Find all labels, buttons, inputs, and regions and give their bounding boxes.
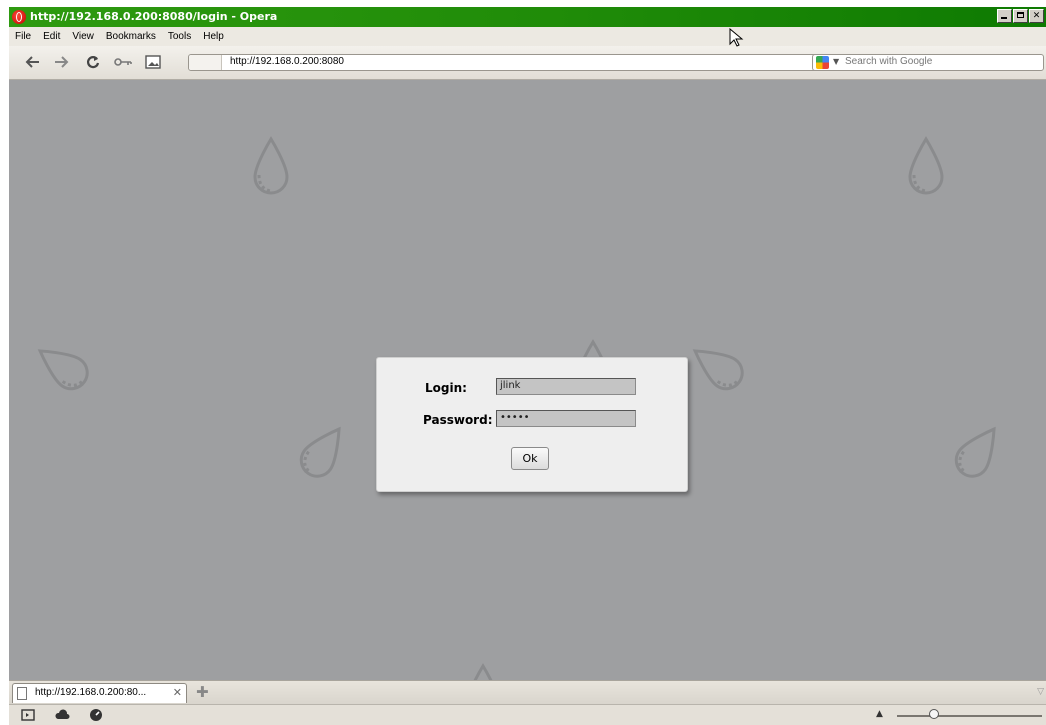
- mouse-cursor-icon: [729, 28, 744, 47]
- droplet-decoration-icon: [253, 136, 289, 195]
- login-label: Login:: [425, 381, 467, 395]
- minimize-button[interactable]: [997, 9, 1012, 23]
- panel-toggle-button[interactable]: [20, 708, 36, 722]
- image-icon: [145, 55, 161, 69]
- address-bar[interactable]: http://192.168.0.200:8080 ▼: [188, 54, 836, 71]
- maximize-button[interactable]: [1013, 9, 1028, 23]
- reload-icon: [86, 56, 100, 69]
- password-input[interactable]: •••••: [496, 410, 636, 427]
- key-button[interactable]: [113, 54, 132, 70]
- new-tab-icon[interactable]: ✚: [196, 684, 209, 700]
- page-content: Login: jlink Password: ••••• Ok: [9, 80, 1046, 680]
- droplet-decoration-icon: [299, 426, 341, 478]
- menu-view[interactable]: View: [66, 31, 100, 42]
- droplet-decoration-icon: [473, 663, 493, 680]
- opera-logo-icon: [12, 10, 26, 24]
- menu-help[interactable]: Help: [197, 31, 230, 42]
- google-logo-icon[interactable]: [816, 56, 829, 69]
- title-bar: http://192.168.0.200:8080/login - Opera …: [9, 7, 1046, 27]
- forward-button[interactable]: [53, 54, 71, 70]
- zoom-up-icon[interactable]: ▲: [876, 709, 883, 719]
- unite-cloud-icon: [55, 709, 70, 719]
- image-button[interactable]: [144, 54, 162, 70]
- address-text: http://192.168.0.200:8080: [230, 56, 344, 67]
- droplet-decoration-icon: [37, 349, 89, 391]
- tab-title: http://192.168.0.200:80...: [35, 687, 147, 698]
- chevron-down-icon[interactable]: ▽: [1037, 687, 1044, 697]
- menu-tools[interactable]: Tools: [162, 31, 197, 42]
- droplet-decoration-icon: [692, 349, 744, 391]
- chevron-down-icon[interactable]: ▼: [833, 57, 839, 66]
- droplet-decoration-icon: [908, 136, 944, 195]
- address-site-badge[interactable]: [189, 55, 222, 70]
- window-controls: ✕: [997, 9, 1044, 23]
- unite-button[interactable]: [55, 708, 71, 722]
- close-button[interactable]: ✕: [1029, 9, 1044, 23]
- turbo-speed-icon: [90, 709, 102, 721]
- tab-login[interactable]: http://192.168.0.200:80... ✕: [12, 683, 187, 703]
- menu-bar: File Edit View Bookmarks Tools Help: [9, 27, 1046, 46]
- navigation-toolbar: http://192.168.0.200:8080 ▼ ▼ Search wit…: [9, 46, 1046, 80]
- panel-toggle-icon: [21, 709, 35, 721]
- back-button[interactable]: [23, 54, 41, 70]
- login-dialog: Login: jlink Password: ••••• Ok: [376, 357, 688, 492]
- menu-file[interactable]: File: [9, 31, 37, 42]
- page-icon: [17, 687, 27, 700]
- window-title: http://192.168.0.200:8080/login - Opera: [30, 10, 278, 23]
- zoom-slider-track[interactable]: [897, 715, 1042, 717]
- turbo-button[interactable]: [88, 708, 104, 722]
- arrow-left-icon: [25, 56, 39, 68]
- key-icon: [114, 58, 132, 66]
- browser-window: http://192.168.0.200:8080/login - Opera …: [9, 7, 1046, 725]
- ok-button[interactable]: Ok: [511, 447, 549, 470]
- droplet-decoration-icon: [954, 426, 996, 478]
- close-icon[interactable]: ✕: [173, 686, 182, 699]
- zoom-slider-handle[interactable]: [929, 709, 939, 719]
- search-placeholder: Search with Google: [845, 56, 933, 67]
- menu-edit[interactable]: Edit: [37, 31, 66, 42]
- status-bar: ▲: [9, 704, 1046, 725]
- arrow-right-icon: [55, 56, 69, 68]
- login-input[interactable]: jlink: [496, 378, 636, 395]
- search-field[interactable]: ▼ Search with Google: [812, 54, 1044, 71]
- password-label: Password:: [423, 413, 493, 427]
- menu-bookmarks[interactable]: Bookmarks: [100, 31, 162, 42]
- reload-button[interactable]: [84, 54, 102, 70]
- tab-bar: http://192.168.0.200:80... ✕ ✚ ▽: [9, 680, 1046, 705]
